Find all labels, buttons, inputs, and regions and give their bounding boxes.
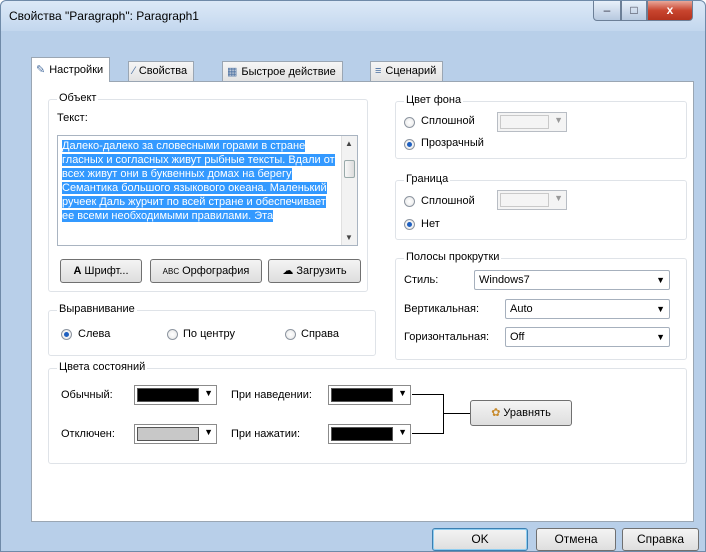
tab-properties[interactable]: ⁄ Свойства xyxy=(128,61,195,81)
border-group: Граница xyxy=(395,173,687,240)
object-group-label: Объект xyxy=(57,92,99,104)
text-label: Текст: xyxy=(57,112,88,124)
horizontal-label: Горизонтальная: xyxy=(404,331,490,343)
tab-properties-label: Свойства xyxy=(138,65,188,77)
normal-color-picker[interactable]: ▼ xyxy=(134,385,217,405)
border-none-radio[interactable] xyxy=(404,219,415,230)
load-button[interactable]: ☁ Загрузить xyxy=(268,259,361,283)
tab-script-label: Сценарий xyxy=(385,65,437,77)
background-solid-radio[interactable] xyxy=(404,117,415,128)
border-none-label: Нет xyxy=(421,218,440,230)
disabled-color-picker[interactable]: ▼ xyxy=(134,424,217,444)
chevron-down-icon: ▼ xyxy=(554,193,563,203)
text-input[interactable]: Далеко-далеко за словесными горами в стр… xyxy=(57,135,358,246)
title-bar[interactable]: Свойства "Paragraph": Paragraph1 – □ x xyxy=(1,1,705,31)
chevron-down-icon: ▼ xyxy=(398,427,407,437)
align-right-label: Справа xyxy=(301,328,339,340)
font-icon: A xyxy=(73,265,82,277)
vertical-select[interactable]: Auto ▼ xyxy=(505,299,670,319)
ok-button[interactable]: OK xyxy=(432,528,528,551)
text-scrollbar[interactable]: ▲ ▼ xyxy=(341,136,357,245)
pencil-icon: ✎ xyxy=(36,64,46,76)
normal-color-label: Обычный: xyxy=(61,389,113,401)
vertical-label: Вертикальная: xyxy=(404,303,480,315)
horizontal-value: Off xyxy=(510,331,525,343)
alignment-group-label: Выравнивание xyxy=(57,303,137,315)
style-select[interactable]: Windows7 ▼ xyxy=(474,270,670,290)
spellcheck-button[interactable]: ABC Орфография xyxy=(150,259,262,283)
maximize-button[interactable]: □ xyxy=(621,1,647,21)
background-solid-label: Сплошной xyxy=(421,115,475,127)
background-color-picker[interactable]: ▼ xyxy=(497,112,567,132)
chevron-down-icon: ▼ xyxy=(398,388,407,398)
align-left-label: Слева xyxy=(78,328,111,340)
scroll-up-icon[interactable]: ▲ xyxy=(345,139,353,148)
chevron-down-icon: ▼ xyxy=(656,275,665,285)
help-button[interactable]: Справка xyxy=(622,528,699,551)
link-bracket xyxy=(412,394,444,434)
spellcheck-icon: ABC xyxy=(162,267,180,276)
wand-icon: ⁄ xyxy=(133,65,135,77)
tab-quick-action-label: Быстрое действие xyxy=(241,66,336,78)
chevron-down-icon: ▼ xyxy=(656,304,665,314)
equalize-button-label: Уравнять xyxy=(503,407,551,419)
scroll-down-icon[interactable]: ▼ xyxy=(345,233,353,242)
align-center-label: По центру xyxy=(183,328,235,340)
tab-settings-label: Настройки xyxy=(49,64,104,76)
chevron-down-icon: ▼ xyxy=(204,427,213,437)
align-center-radio[interactable] xyxy=(167,329,178,340)
align-left-radio[interactable] xyxy=(61,329,72,340)
pressed-color-picker[interactable]: ▼ xyxy=(328,424,411,444)
chevron-down-icon: ▼ xyxy=(204,388,213,398)
background-transparent-radio[interactable] xyxy=(404,139,415,150)
script-icon: ≡ xyxy=(375,65,382,77)
tab-quick-action[interactable]: ▦ Быстрое действие xyxy=(222,61,343,81)
minimize-button[interactable]: – xyxy=(593,1,621,21)
scrollbars-group-label: Полосы прокрутки xyxy=(404,251,502,263)
spellcheck-button-label: Орфография xyxy=(182,265,250,277)
border-solid-label: Сплошной xyxy=(421,195,475,207)
load-icon: ☁ xyxy=(282,265,294,277)
background-group-label: Цвет фона xyxy=(404,94,464,106)
border-group-label: Граница xyxy=(404,173,451,185)
text-content: Далеко-далеко за словесными горами в стр… xyxy=(62,140,335,222)
disabled-color-label: Отключен: xyxy=(61,428,115,440)
load-button-label: Загрузить xyxy=(296,265,347,277)
close-button[interactable]: x xyxy=(647,1,693,21)
style-label: Стиль: xyxy=(404,274,439,286)
cancel-button[interactable]: Отмена xyxy=(536,528,616,551)
font-button-label: Шрифт... xyxy=(84,265,129,277)
style-value: Windows7 xyxy=(479,274,530,286)
background-transparent-label: Прозрачный xyxy=(421,137,484,149)
tab-settings[interactable]: ✎ Настройки xyxy=(31,57,111,82)
equalize-button[interactable]: ✿ Уравнять xyxy=(470,400,572,426)
link-connector xyxy=(444,413,470,414)
tab-script[interactable]: ≡ Сценарий xyxy=(370,61,444,81)
hover-color-label: При наведении: xyxy=(231,389,312,401)
scroll-thumb[interactable] xyxy=(344,160,355,178)
chevron-down-icon: ▼ xyxy=(656,332,665,342)
window-title: Свойства "Paragraph": Paragraph1 xyxy=(9,9,199,23)
border-color-picker[interactable]: ▼ xyxy=(497,190,567,210)
palette-icon: ✿ xyxy=(491,407,501,419)
border-solid-radio[interactable] xyxy=(404,196,415,207)
chevron-down-icon: ▼ xyxy=(554,115,563,125)
align-right-radio[interactable] xyxy=(285,329,296,340)
pressed-color-label: При нажатии: xyxy=(231,428,301,440)
vertical-value: Auto xyxy=(510,303,533,315)
state-colors-group: Цвета состояний xyxy=(48,361,687,464)
hover-color-picker[interactable]: ▼ xyxy=(328,385,411,405)
state-colors-group-label: Цвета состояний xyxy=(57,361,148,373)
horizontal-select[interactable]: Off ▼ xyxy=(505,327,670,347)
action-icon: ▦ xyxy=(227,66,238,78)
font-button[interactable]: A Шрифт... xyxy=(60,259,142,283)
